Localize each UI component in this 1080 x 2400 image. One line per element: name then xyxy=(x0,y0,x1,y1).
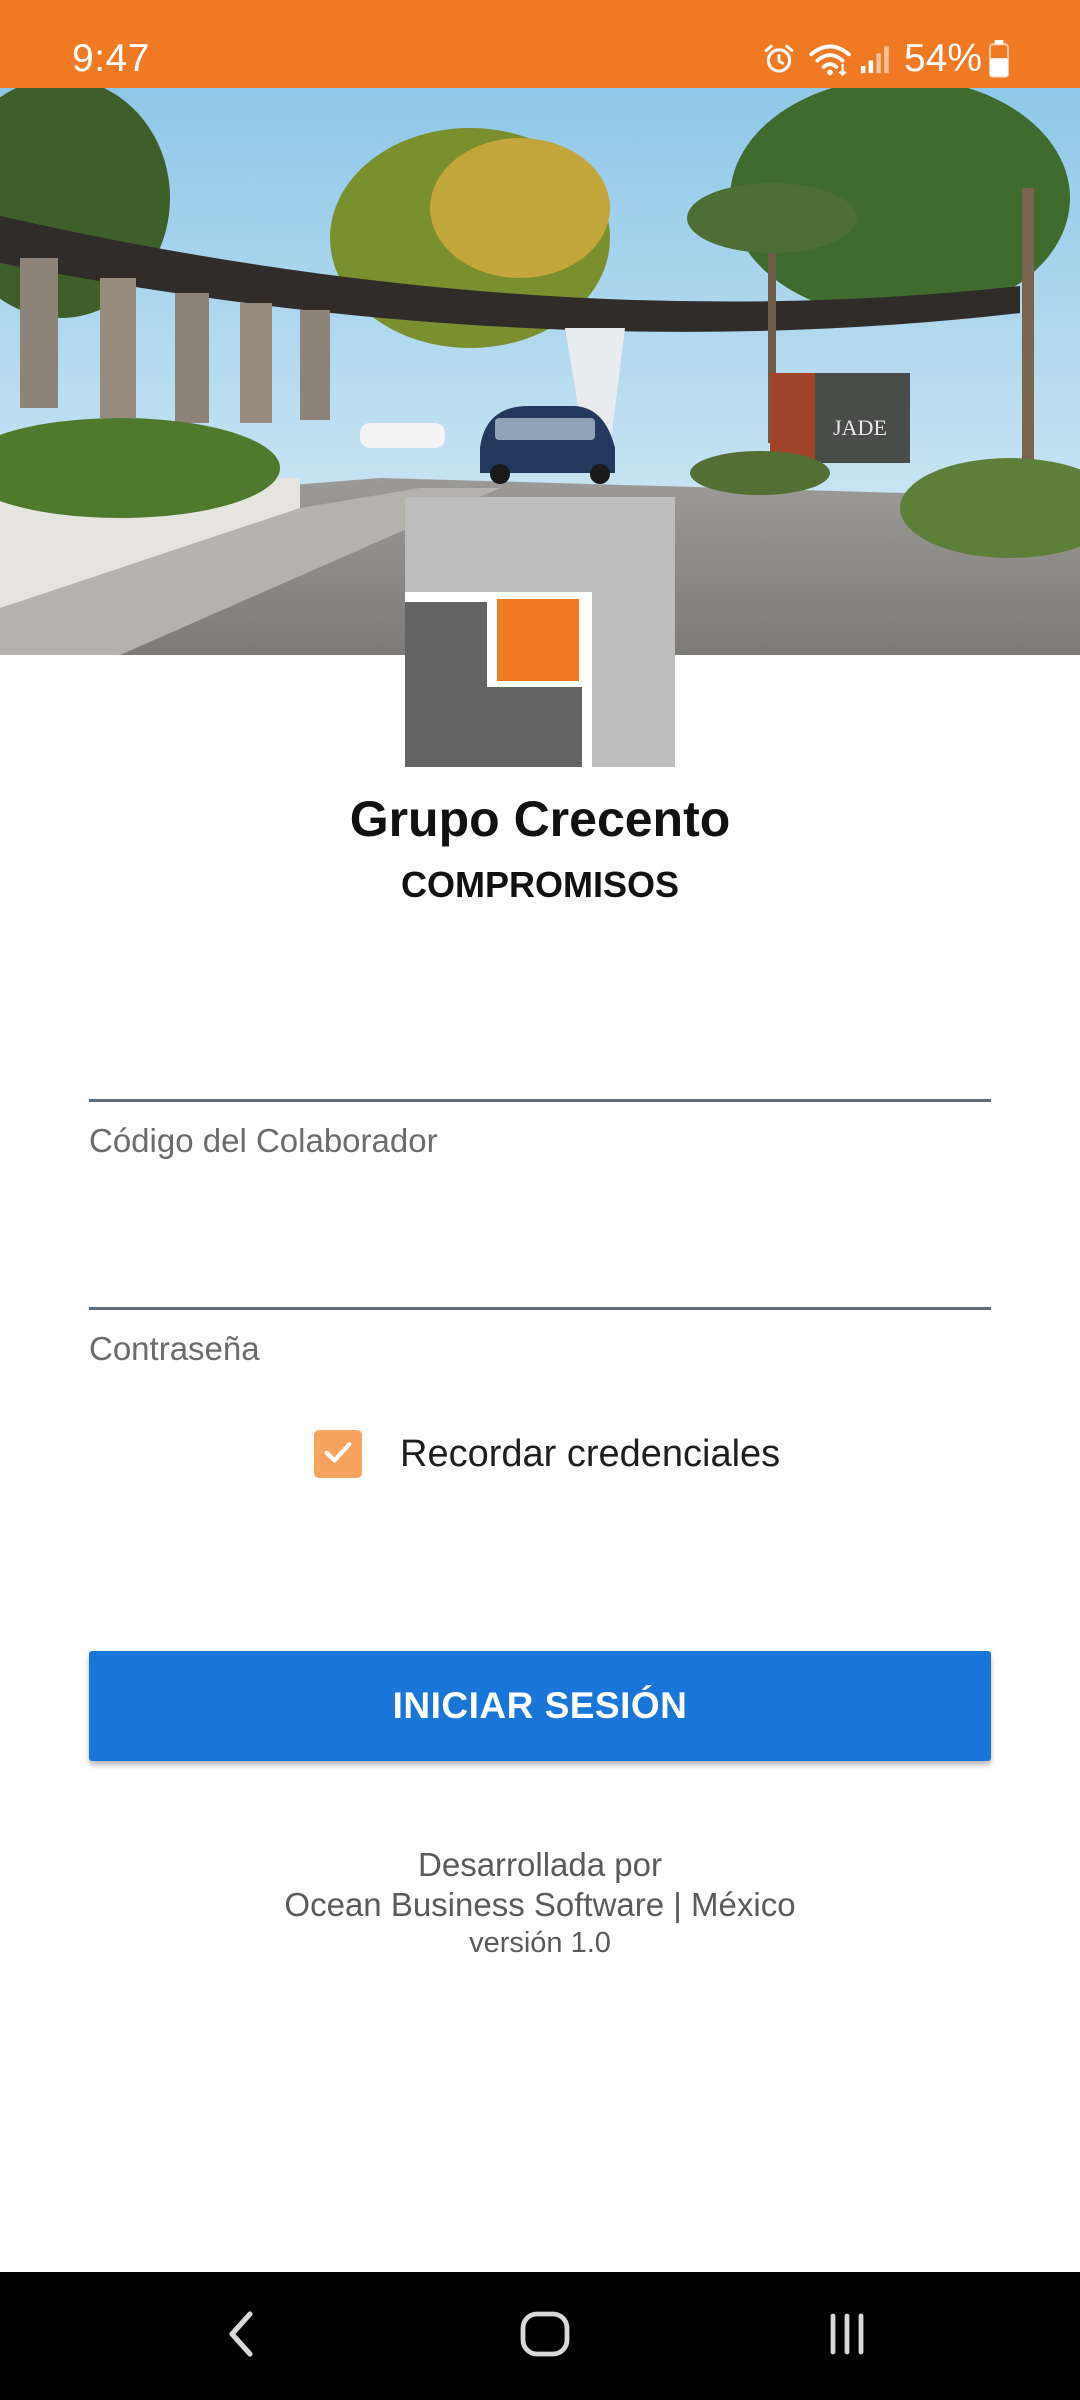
employee-code-input[interactable] xyxy=(89,1012,991,1102)
remember-label: Recordar credenciales xyxy=(400,1432,781,1475)
status-bar: 9:47 54% xyxy=(0,0,1080,88)
wifi-icon xyxy=(808,41,852,77)
brand-name: Grupo Crecento xyxy=(349,791,731,847)
remember-checkbox[interactable] xyxy=(314,1430,362,1478)
brand-subtitle: COMPROMISOS xyxy=(400,864,679,905)
home-icon xyxy=(519,2308,571,2365)
password-input[interactable] xyxy=(89,1220,991,1310)
back-icon xyxy=(222,2308,262,2365)
status-time: 9:47 xyxy=(72,37,150,80)
jade-sign: JADE xyxy=(833,415,887,440)
battery-percent: 54% xyxy=(903,37,982,80)
back-button[interactable] xyxy=(197,2296,287,2376)
home-button[interactable] xyxy=(500,2296,590,2376)
app-logo xyxy=(405,497,675,767)
employee-code-label: Código del Colaborador xyxy=(89,1122,438,1159)
recent-apps-button[interactable] xyxy=(802,2296,892,2376)
password-label: Contraseña xyxy=(89,1330,260,1367)
remember-credentials[interactable]: Recordar credenciales xyxy=(314,1428,780,1480)
login-button[interactable]: INICIAR SESIÓN xyxy=(89,1651,991,1761)
battery-icon xyxy=(988,40,1010,78)
status-icons: 54% xyxy=(762,34,1010,84)
employee-code-field-group: Código del Colaborador xyxy=(89,1012,991,1160)
developer-caption: Desarrollada por xyxy=(418,1846,662,1883)
recent-apps-icon xyxy=(823,2310,871,2363)
developer-company: Ocean Business Software | México xyxy=(284,1886,796,1923)
password-field-group: Contraseña xyxy=(89,1220,991,1368)
app-version: versión 1.0 xyxy=(469,1927,611,1959)
cell-signal-icon xyxy=(858,42,892,76)
navigation-bar xyxy=(0,2272,1080,2400)
alarm-icon xyxy=(762,42,796,76)
check-icon xyxy=(321,1435,355,1474)
